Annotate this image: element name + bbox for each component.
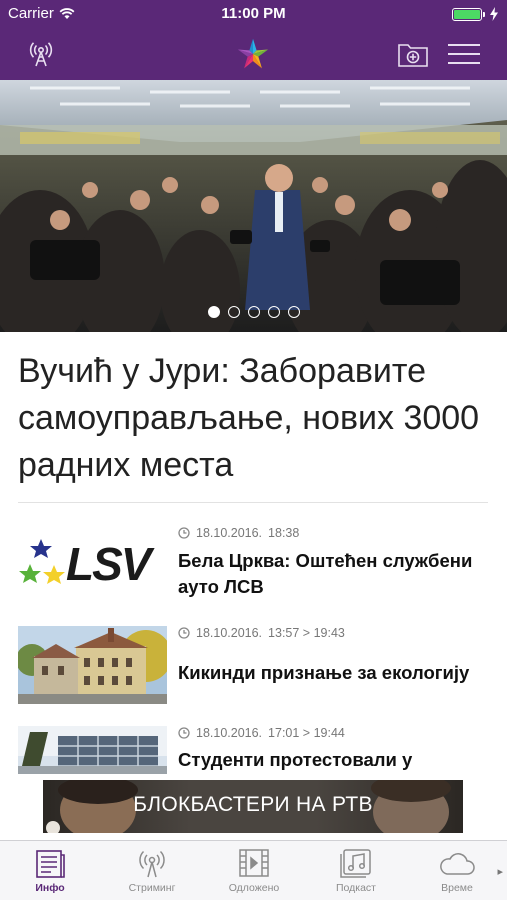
tab-label: Одложено: [228, 882, 280, 894]
tab-label: Стриминг: [128, 882, 176, 894]
carousel-dot[interactable]: [207, 306, 220, 318]
news-title[interactable]: Студенти протестовали у: [178, 747, 498, 773]
news-date: 18.10.2016.: [196, 726, 263, 740]
carousel-dot[interactable]: [267, 306, 280, 318]
hero-photo: [0, 80, 507, 332]
film-icon: [238, 847, 270, 879]
carousel-dot[interactable]: [247, 306, 260, 318]
divider: [18, 502, 488, 503]
news-thumbnail: [18, 626, 167, 704]
news-item[interactable]: 18.10.2016. 17:01 > 19:44 Студенти проте…: [18, 726, 498, 774]
news-item[interactable]: LSV 18.10.2016. 18:38 Бела Црква: Оштеће…: [18, 526, 498, 606]
news-date: 18.10.2016.: [196, 526, 263, 540]
carousel-dot[interactable]: [287, 306, 300, 318]
tab-info[interactable]: Инфо: [2, 841, 98, 900]
battery-icon: [452, 7, 485, 21]
tab-bar: Инфо Стриминг Одложено Подкаст Време ▸: [0, 840, 507, 900]
clock-icon: [178, 727, 190, 739]
tab-label: Подкаст: [335, 882, 376, 894]
navigation-bar: [0, 28, 507, 80]
banner-text: БЛОКБАСТЕРИ НА РТВ: [133, 793, 373, 816]
news-item[interactable]: 18.10.2016. 13:57 > 19:43 Кикинди призна…: [18, 626, 498, 706]
news-title[interactable]: Бела Црква: Оштећен службени ауто ЛСВ: [178, 548, 498, 600]
hero-image[interactable]: [0, 80, 507, 332]
news-time: 13:57 > 19:43: [268, 626, 345, 640]
news-thumbnail: [18, 726, 167, 774]
clock-icon: [178, 527, 190, 539]
lsv-logo-text: LSV: [66, 538, 151, 590]
news-meta: 18.10.2016. 18:38: [178, 526, 299, 540]
newspaper-icon: [35, 847, 65, 879]
carousel-dots[interactable]: [0, 306, 507, 318]
tab-delayed[interactable]: Одложено: [206, 841, 302, 900]
tab-podcast[interactable]: Подкаст: [308, 841, 404, 900]
status-bar: Carrier 11:00 PM: [0, 0, 507, 28]
tab-label: Време: [441, 882, 473, 894]
tab-streaming[interactable]: Стриминг: [104, 841, 200, 900]
news-thumbnail: LSV: [18, 526, 167, 604]
clock-icon: [178, 627, 190, 639]
star-logo[interactable]: [236, 37, 270, 71]
folder-add-icon[interactable]: [396, 37, 430, 71]
streaming-icon: [136, 847, 168, 879]
news-time: 17:01 > 19:44: [268, 726, 345, 740]
carousel-dot[interactable]: [227, 306, 240, 318]
tab-more-arrow[interactable]: ▸: [497, 865, 503, 878]
tab-label: Инфо: [35, 882, 65, 894]
news-time: 18:38: [268, 526, 300, 540]
hamburger-menu-icon[interactable]: [446, 37, 482, 71]
broadcast-tower-icon[interactable]: [24, 37, 58, 71]
promo-banner[interactable]: БЛОКБАСТЕРИ НА РТВ: [43, 780, 463, 833]
news-date: 18.10.2016.: [196, 626, 263, 640]
news-title[interactable]: Кикинди признање за екологију: [178, 660, 498, 686]
cloud-icon: [438, 847, 476, 879]
headline[interactable]: Вучић у Јури: Заборавите самоуправљање, …: [18, 348, 488, 489]
news-meta: 18.10.2016. 17:01 > 19:44: [178, 726, 345, 740]
status-time: 11:00 PM: [221, 5, 286, 22]
charging-bolt-icon: [490, 7, 498, 21]
news-meta: 18.10.2016. 13:57 > 19:43: [178, 626, 345, 640]
tab-weather[interactable]: Време: [410, 841, 504, 900]
music-icon: [339, 847, 373, 879]
battery-indicator: [452, 7, 499, 21]
